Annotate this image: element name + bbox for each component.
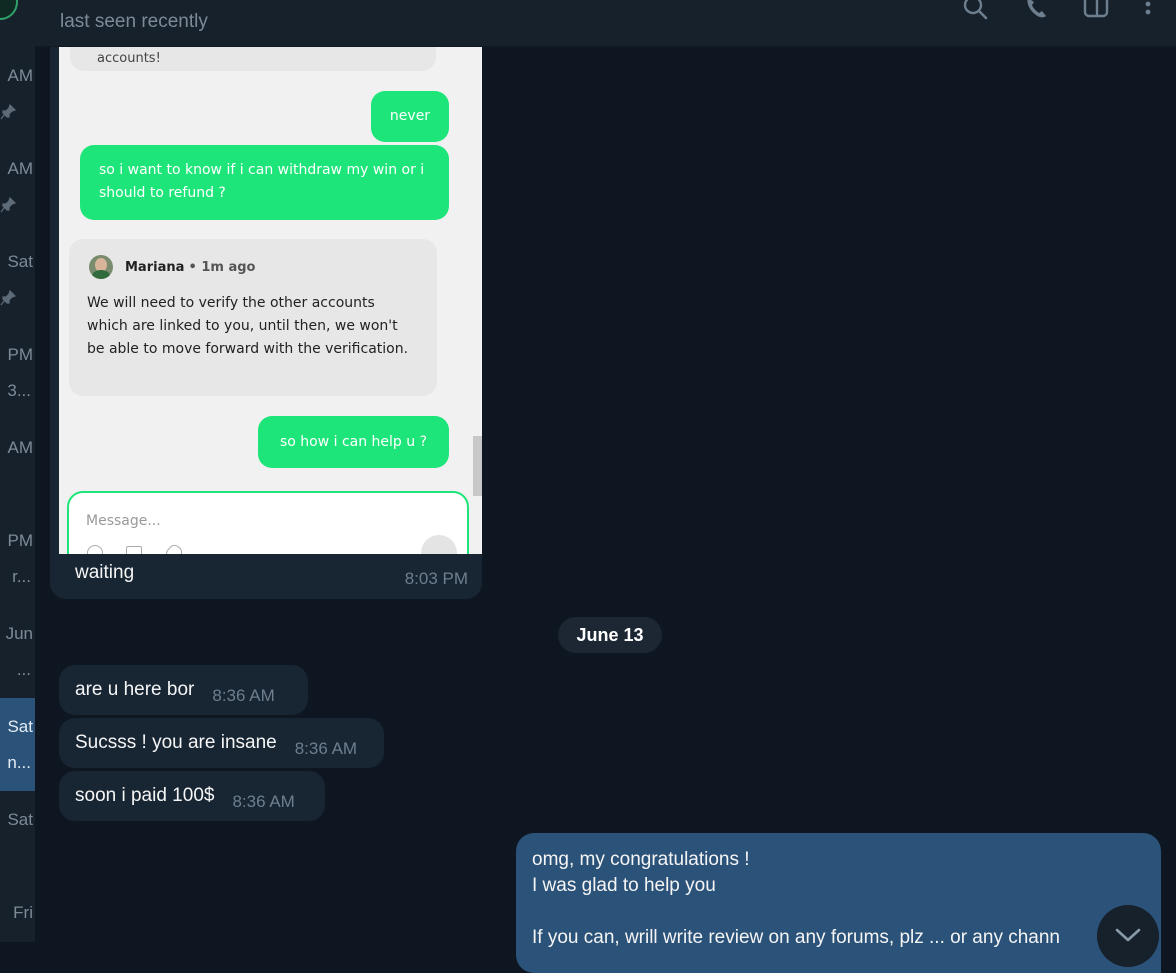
message-text: Sucsss ! you are insane (75, 732, 277, 753)
attach-icon (163, 542, 185, 554)
chat-list-sidebar: AM AM Sat PM 3... AM PM r... Jun ... Sat… (0, 0, 35, 942)
screenshot-green-bubble: so i want to know if i can withdraw my w… (80, 145, 449, 220)
pin-icon (0, 290, 16, 306)
chat-header: last seen recently (35, 0, 1176, 47)
outgoing-message[interactable]: omg, my congratulations ! I was glad to … (516, 833, 1161, 973)
agent-name: Mariana (125, 260, 185, 275)
screenshot-partial-text: accounts! (97, 51, 161, 66)
message-text: soon i paid 100$ (75, 785, 215, 806)
agent-time: • 1m ago (188, 260, 256, 275)
chat-item-time[interactable]: Fri (13, 903, 33, 923)
message-text-line: I was glad to help you (532, 875, 716, 896)
chat-item-active[interactable]: Sat n... (0, 698, 35, 791)
screenshot-green-bubble: never (371, 91, 449, 142)
message-time: 8:03 PM (404, 569, 468, 588)
chat-item-preview[interactable]: r... (12, 567, 31, 587)
chat-item-time: Sat (7, 717, 33, 736)
chat-item-time[interactable]: Sat (7, 810, 33, 830)
chat-item-preview[interactable]: ... (17, 660, 31, 680)
message-time: 8:36 AM (232, 792, 295, 811)
screenshot-input-placeholder: Message... (86, 513, 161, 529)
contact-status[interactable]: last seen recently (60, 11, 208, 33)
photo-caption: waiting (75, 562, 135, 583)
screenshot-agent-bubble: Mariana • 1m ago We will need to verify … (69, 239, 437, 396)
message-time: 8:36 AM (212, 686, 275, 705)
chat-item-time[interactable]: AM (8, 66, 34, 86)
incoming-message[interactable]: are u here bor 8:36 AM (59, 665, 308, 715)
sidebar-toggle-icon[interactable] (1083, 0, 1109, 22)
chat-item-preview[interactable]: 3... (7, 381, 31, 401)
screenshot-green-bubble: so how i can help u ? (258, 416, 449, 468)
agent-avatar (89, 255, 113, 279)
chat-item-preview: n... (7, 753, 31, 772)
send-icon (421, 535, 457, 554)
chat-item-time[interactable]: AM (8, 159, 34, 179)
emoji-icon (87, 545, 103, 554)
agent-message: We will need to verify the other account… (87, 295, 409, 357)
phone-icon[interactable] (1024, 0, 1050, 22)
screenshot-scrollbar (473, 436, 482, 496)
chat-item-time[interactable]: Jun (6, 624, 33, 644)
chat-item-time[interactable]: PM (8, 531, 34, 551)
message-time: 8:36 AM (294, 739, 358, 758)
incoming-message[interactable]: soon i paid 100$ 8:36 AM (59, 771, 325, 821)
message-text: are u here bor (75, 679, 195, 700)
chevron-down-icon (1115, 928, 1141, 942)
search-icon[interactable] (962, 0, 988, 22)
screenshot-grey-bubble: accounts! (70, 47, 436, 71)
pin-icon (0, 197, 16, 213)
scroll-to-bottom-button[interactable] (1097, 905, 1159, 967)
profile-avatar[interactable] (0, 0, 18, 20)
date-divider[interactable]: June 13 (558, 617, 662, 653)
chat-item-time[interactable]: Sat (7, 252, 33, 272)
incoming-photo-message[interactable]: accounts! never so i want to know if i c… (50, 47, 482, 599)
more-vertical-icon[interactable] (1135, 0, 1161, 22)
message-text-line: omg, my congratulations ! (532, 849, 750, 870)
incoming-message[interactable]: Sucsss ! you are insane 8:36 AM (59, 718, 384, 768)
chat-item-time[interactable]: PM (8, 345, 34, 365)
message-text-line: If you can, wrill write review on any fo… (532, 927, 1060, 948)
chat-item-time[interactable]: AM (8, 438, 34, 458)
pin-icon (0, 104, 16, 120)
attached-screenshot[interactable]: accounts! never so i want to know if i c… (59, 47, 482, 554)
screenshot-message-input: Message... (67, 491, 469, 554)
gif-icon (126, 546, 142, 554)
